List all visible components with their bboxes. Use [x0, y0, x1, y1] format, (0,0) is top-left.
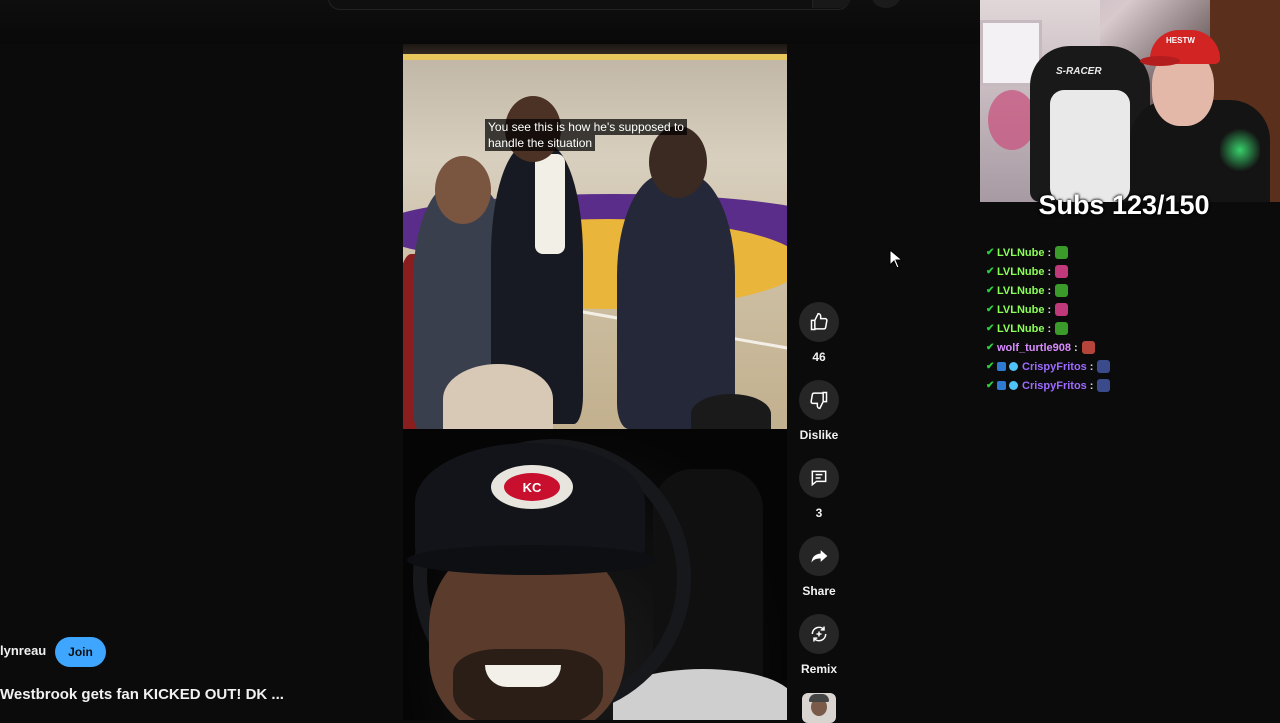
love-emote-icon [1055, 265, 1069, 278]
dislike-button[interactable]: Dislike [798, 380, 840, 442]
remix-label: Remix [800, 662, 838, 676]
chat-username[interactable]: CrispyFritos [1022, 380, 1087, 392]
share-label: Share [802, 584, 836, 598]
mouse-cursor-icon [889, 248, 904, 274]
chat-username[interactable]: LVLNube [997, 285, 1044, 297]
gem-emote-icon [1097, 379, 1111, 392]
share-icon[interactable] [799, 536, 839, 576]
chat-message: ✔ LVLNube: [986, 281, 1276, 300]
mod-badge-icon: ✔ [986, 361, 995, 372]
chat-message: ✔ CrispyFritos: [986, 376, 1276, 395]
chiefs-logo: KC [491, 465, 573, 509]
sticker-emote-icon [1081, 341, 1095, 354]
gem-badge-icon [1009, 362, 1018, 371]
gem-emote-icon [1097, 360, 1111, 373]
chat-separator: : [1047, 284, 1052, 297]
chat-message: ✔ LVLNube: [986, 300, 1276, 319]
join-button[interactable]: Join [55, 637, 106, 667]
mod-badge-icon: ✔ [986, 380, 995, 391]
reactor-webcam: KC [403, 429, 787, 720]
search-input[interactable] [328, 0, 850, 10]
chat-username[interactable]: wolf_turtle908 [997, 342, 1071, 354]
sub-badge-icon [997, 381, 1006, 390]
chat-separator: : [1047, 265, 1052, 278]
channel-name[interactable]: lynreau [0, 643, 46, 658]
chat-message: ✔ wolf_turtle908: [986, 338, 1276, 357]
chat-message: ✔ LVLNube: [986, 262, 1276, 281]
remix-icon[interactable] [799, 614, 839, 654]
thumbs-down-icon[interactable] [799, 380, 839, 420]
chat-username[interactable]: CrispyFritos [1022, 361, 1087, 373]
like-button[interactable]: 46 [798, 302, 840, 364]
leaf-emote-icon [1055, 246, 1069, 259]
streamer-webcam: S-RACER HESTW [980, 0, 1280, 202]
mod-badge-icon: ✔ [986, 247, 995, 258]
mod-badge-icon: ✔ [986, 285, 995, 296]
comment-icon[interactable] [799, 458, 839, 498]
chat-overlay: ✔ LVLNube: ✔ LVLNube: ✔ LVLNube: ✔ LVLNube: ✔ LVL… [986, 243, 1276, 395]
chat-separator: : [1047, 303, 1052, 316]
love-emote-icon [1055, 303, 1069, 316]
video-caption: You see this is how he's supposed to han… [485, 119, 700, 151]
chat-username[interactable]: LVLNube [997, 247, 1044, 259]
chat-separator: : [1089, 379, 1094, 392]
chat-username[interactable]: LVLNube [997, 323, 1044, 335]
sub-badge-icon [997, 362, 1006, 371]
remix-button[interactable]: Remix [798, 614, 840, 676]
comments-button[interactable]: 3 [798, 458, 840, 520]
video-court-scene: You see this is how he's supposed to han… [403, 44, 787, 429]
share-button[interactable]: Share [798, 536, 840, 598]
mod-badge-icon: ✔ [986, 342, 995, 353]
chat-username[interactable]: LVLNube [997, 304, 1044, 316]
short-title[interactable]: Westbrook gets fan KICKED OUT! DK ... [0, 686, 320, 703]
mod-badge-icon: ✔ [986, 304, 995, 315]
chat-message: ✔ LVLNube: [986, 243, 1276, 262]
chat-message: ✔ CrispyFritos: [986, 357, 1276, 376]
thumbs-up-icon[interactable] [799, 302, 839, 342]
subs-goal-counter: Subs 123/150 [1038, 190, 1210, 220]
short-video-player[interactable]: You see this is how he's supposed to han… [403, 44, 787, 720]
chat-separator: : [1047, 246, 1052, 259]
like-count: 46 [812, 350, 826, 364]
leaf-emote-icon [1055, 284, 1069, 297]
dislike-label: Dislike [799, 428, 839, 442]
mod-badge-icon: ✔ [986, 323, 995, 334]
gem-badge-icon [1009, 381, 1018, 390]
leaf-emote-icon [1055, 322, 1069, 335]
chat-message: ✔ LVLNube: [986, 319, 1276, 338]
chat-separator: : [1089, 360, 1094, 373]
mod-badge-icon: ✔ [986, 266, 995, 277]
chat-separator: : [1047, 322, 1052, 335]
channel-avatar-thumbnail[interactable] [802, 693, 836, 723]
comment-count: 3 [815, 506, 823, 520]
chat-username[interactable]: LVLNube [997, 266, 1044, 278]
chat-separator: : [1073, 341, 1078, 354]
